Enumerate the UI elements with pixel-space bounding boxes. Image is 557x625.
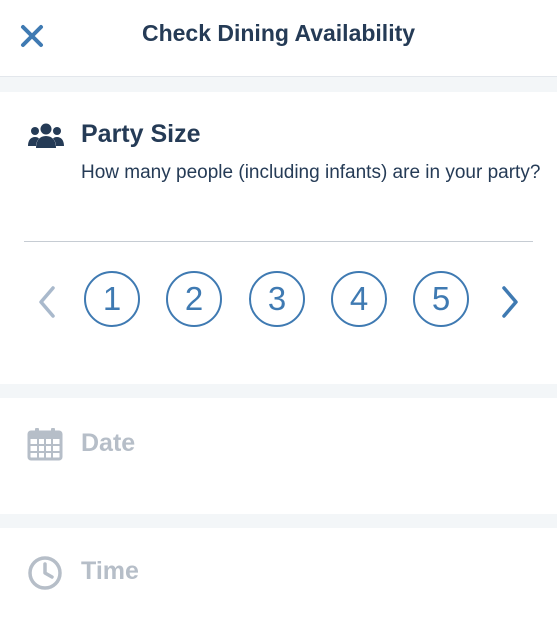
time-label: Time (81, 557, 139, 585)
previous-button[interactable] (32, 282, 62, 322)
date-label: Date (81, 429, 136, 457)
calendar-icon (27, 428, 63, 461)
chevron-right-icon (502, 286, 518, 318)
party-size-option-2[interactable]: 2 (166, 271, 222, 327)
clock-icon (28, 556, 62, 590)
section-gap (0, 77, 557, 92)
header-bar: Check Dining Availability (0, 0, 557, 77)
people-group-icon (28, 123, 64, 148)
party-size-option-3[interactable]: 3 (249, 271, 305, 327)
party-size-option-1[interactable]: 1 (84, 271, 140, 327)
divider (24, 241, 533, 242)
page-title: Check Dining Availability (141, 20, 416, 46)
section-gap (0, 384, 557, 398)
party-size-description: How many people (including infants) are … (81, 162, 541, 183)
next-button[interactable] (495, 282, 525, 322)
section-gap (0, 514, 557, 528)
chevron-left-icon (39, 286, 55, 318)
party-size-option-4[interactable]: 4 (331, 271, 387, 327)
party-size-title: Party Size (81, 120, 201, 148)
party-size-option-5[interactable]: 5 (413, 271, 469, 327)
